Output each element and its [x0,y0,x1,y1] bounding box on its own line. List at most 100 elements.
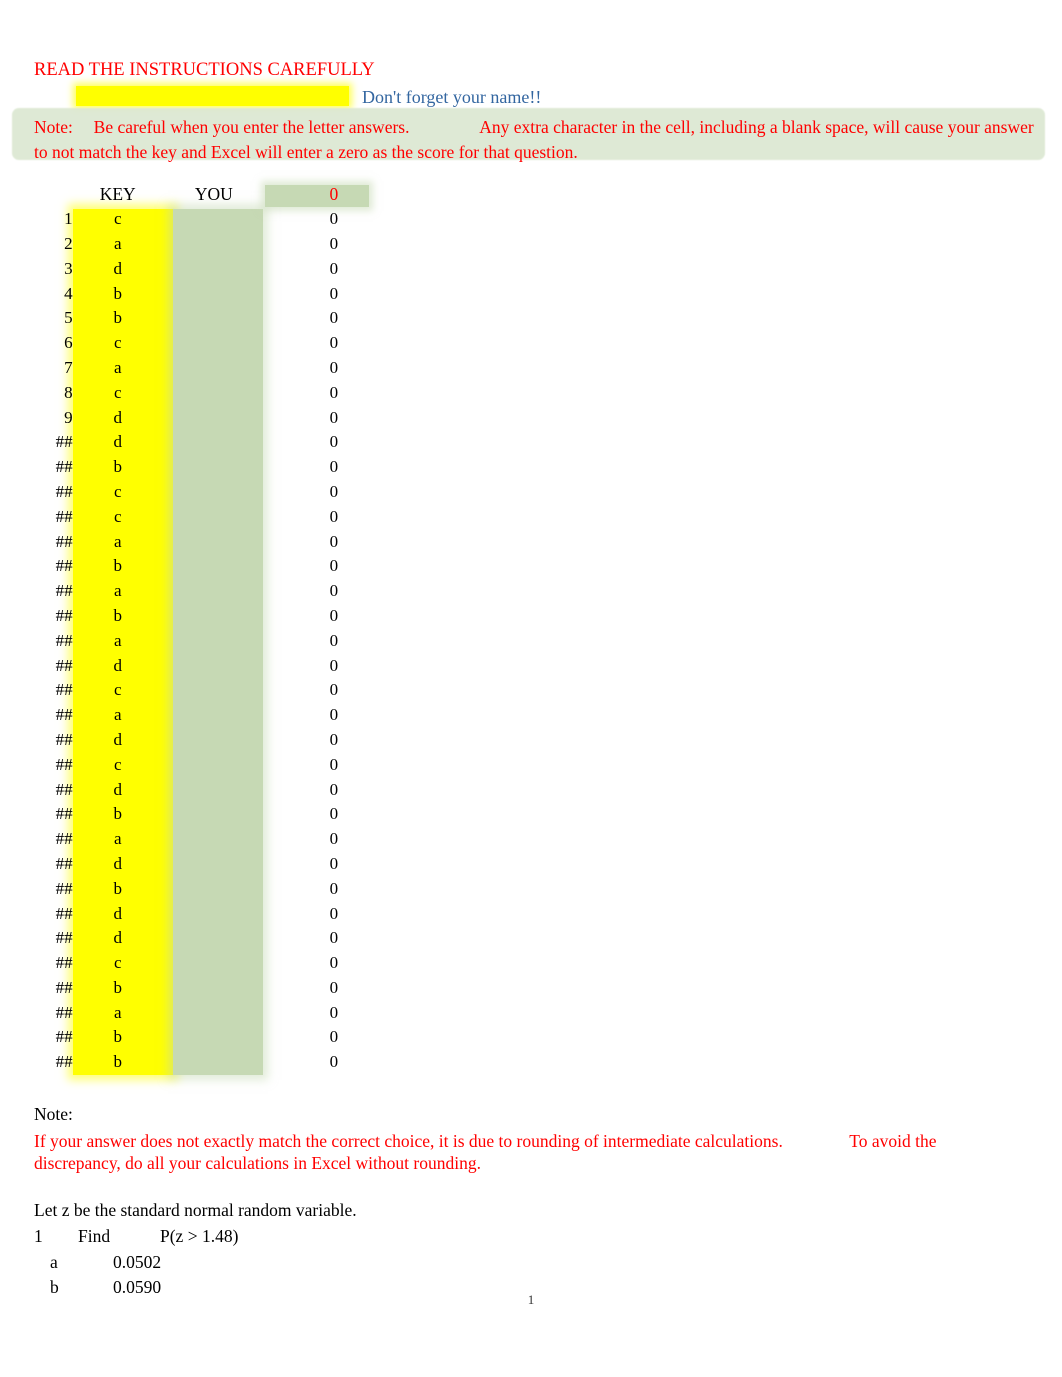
row-score: 0 [329,407,339,427]
row-score: 0 [329,581,339,601]
row-key-answer: d [113,407,122,427]
name-entry-highlight-cell[interactable] [76,86,349,106]
row-number: ## [55,531,73,551]
row-number: ## [55,680,73,700]
row-your-answer[interactable] [160,207,268,232]
row-your-answer[interactable] [160,306,268,331]
row-your-answer[interactable] [160,331,268,356]
row-number: ## [55,754,73,774]
row-number: ## [55,481,73,501]
table-row: 9 d 0 [0,405,400,430]
row-number: ## [55,878,73,898]
row-number: ## [55,1002,73,1022]
row-key-answer: d [113,432,122,452]
row-score: 0 [329,680,339,700]
row-score: 0 [329,953,339,973]
row-key-answer: d [113,729,122,749]
question-expression: P(z > 1.48) [160,1226,239,1246]
row-your-answer[interactable] [160,380,268,405]
row-your-answer[interactable] [160,876,268,901]
row-number: ## [55,977,73,997]
table-row: 8 c 0 [0,380,400,405]
row-your-answer[interactable] [160,827,268,852]
table-row: ## a 0 [0,1000,400,1025]
row-your-answer[interactable] [160,926,268,951]
row-your-answer[interactable] [160,529,268,554]
table-row: ## c 0 [0,752,400,777]
row-your-answer[interactable] [160,604,268,629]
table-row: 1 c 0 [0,207,400,232]
bottom-note-label: Note: [34,1104,73,1124]
row-your-answer[interactable] [160,901,268,926]
page-title: READ THE INSTRUCTIONS CAREFULLY [34,60,375,80]
row-your-answer[interactable] [160,455,268,480]
row-your-answer[interactable] [160,480,268,505]
row-key-answer: c [113,481,122,501]
row-your-answer[interactable] [160,232,268,257]
row-score: 0 [329,457,339,477]
question-verb: Find [78,1226,111,1246]
row-your-answer[interactable] [160,1000,268,1025]
table-row: 5 b 0 [0,306,400,331]
row-number: ## [55,630,73,650]
row-your-answer[interactable] [160,405,268,430]
table-row: ## b 0 [0,554,400,579]
row-number: ## [55,605,73,625]
row-key-answer: c [113,754,122,774]
row-your-answer[interactable] [160,976,268,1001]
row-your-answer[interactable] [160,1050,268,1075]
table-row: ## d 0 [0,728,400,753]
row-key-answer: b [113,283,122,303]
row-your-answer[interactable] [160,802,268,827]
row-number: 5 [64,308,73,328]
row-your-answer[interactable] [160,678,268,703]
row-your-answer[interactable] [160,752,268,777]
row-number: ## [55,432,73,452]
row-key-answer: a [113,1002,122,1022]
row-number: 9 [64,407,73,427]
row-key-answer: d [113,655,122,675]
row-number: ## [55,903,73,923]
table-row: 7 a 0 [0,356,400,381]
row-score: 0 [329,977,339,997]
row-your-answer[interactable] [160,728,268,753]
option-a-letter: a [50,1252,58,1272]
row-your-answer[interactable] [160,628,268,653]
row-your-answer[interactable] [160,703,268,728]
row-key-answer: c [113,333,122,353]
header-you: YOU [194,183,233,204]
row-score: 0 [329,754,339,774]
row-your-answer[interactable] [160,777,268,802]
row-score: 0 [329,333,339,353]
row-your-answer[interactable] [160,653,268,678]
row-your-answer[interactable] [160,951,268,976]
table-row: ## c 0 [0,480,400,505]
row-your-answer[interactable] [160,281,268,306]
table-row: ## d 0 [0,430,400,455]
question-intro: Let z be the standard normal random vari… [34,1200,357,1220]
row-key-answer: b [113,556,122,576]
row-score: 0 [329,1052,339,1072]
row-number: ## [55,853,73,873]
row-number: ## [55,729,73,749]
row-score: 0 [329,804,339,824]
row-your-answer[interactable] [160,504,268,529]
row-score: 0 [329,779,339,799]
row-your-answer[interactable] [160,430,268,455]
table-row: ## b 0 [0,1050,400,1075]
row-key-answer: a [113,581,122,601]
row-key-answer: a [113,357,122,377]
row-your-answer[interactable] [160,852,268,877]
row-number: ## [55,804,73,824]
row-your-answer[interactable] [160,1025,268,1050]
row-key-answer: b [113,1027,122,1047]
row-your-answer[interactable] [160,256,268,281]
row-your-answer[interactable] [160,554,268,579]
answer-key-table: KEY YOU 0 1 c 0 2 a 0 3 d 0 4 b 0 5 b 0 6 c 0 7 a 0 8 c 0 9 d 0 ## d… [0,182,400,1075]
row-key-answer: b [113,804,122,824]
row-key-answer: b [113,1052,122,1072]
row-number: ## [55,829,73,849]
row-key-answer: b [113,457,122,477]
row-your-answer[interactable] [160,579,268,604]
row-your-answer[interactable] [160,356,268,381]
